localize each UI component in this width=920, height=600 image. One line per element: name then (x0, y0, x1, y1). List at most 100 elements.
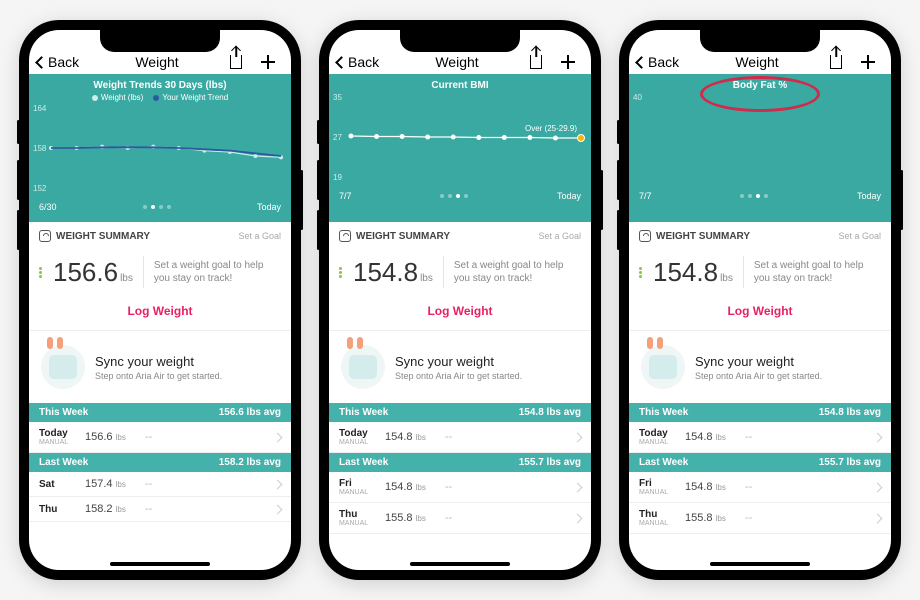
week-header: This Week154.8 lbs avg (329, 403, 591, 422)
weight-row[interactable]: TodayMANUAL 156.6 lbs -- (29, 422, 291, 453)
goal-hint: Set a weight goal to help you stay on tr… (454, 259, 581, 285)
weight-row[interactable]: FriMANUAL 154.8 lbs -- (629, 472, 891, 503)
back-label: Back (648, 54, 679, 70)
chevron-right-icon (873, 513, 883, 523)
weight-row[interactable]: ThuMANUAL 155.8 lbs -- (329, 503, 591, 534)
week-header: This Week156.6 lbs avg (29, 403, 291, 422)
log-weight-button[interactable]: Log Weight (629, 298, 891, 330)
log-weight-button[interactable]: Log Weight (329, 298, 591, 330)
weight-row[interactable]: TodayMANUAL 154.8 lbs -- (629, 422, 891, 453)
page-title: Weight (735, 54, 778, 70)
phone-1: Back Weight Weight Trends 30 Days (lbs) … (19, 20, 301, 580)
trend-dots-icon (639, 266, 651, 279)
sync-card[interactable]: Sync your weight Step onto Aria Air to g… (629, 331, 891, 403)
chart-legend: Weight (lbs)Your Weight Trend (29, 93, 291, 102)
x-start-label: 6/30 (39, 202, 57, 212)
weight-row[interactable]: ThuMANUAL 155.8 lbs -- (629, 503, 891, 534)
set-goal-link[interactable]: Set a Goal (538, 231, 581, 241)
chevron-right-icon (573, 513, 583, 523)
trend-dots-icon (39, 266, 51, 279)
week-header: Last Week158.2 lbs avg (29, 453, 291, 472)
back-button[interactable]: Back (337, 54, 435, 70)
log-weight-button[interactable]: Log Weight (29, 298, 291, 330)
chevron-left-icon (335, 56, 348, 69)
scale-icon (39, 230, 51, 242)
page-title: Weight (435, 54, 478, 70)
sync-sub: Step onto Aria Air to get started. (395, 371, 522, 381)
goal-hint: Set a weight goal to help you stay on tr… (154, 259, 281, 285)
notch (400, 30, 520, 52)
weight-row[interactable]: FriMANUAL 154.8 lbs -- (329, 472, 591, 503)
sync-card[interactable]: Sync your weight Step onto Aria Air to g… (29, 331, 291, 403)
aria-scale-icon (41, 345, 85, 389)
page-title: Weight (135, 54, 178, 70)
share-button[interactable] (527, 53, 545, 71)
share-button[interactable] (827, 53, 845, 71)
home-indicator (410, 562, 510, 566)
chart-title: Current BMI (329, 80, 591, 91)
x-end-label: Today (257, 202, 281, 212)
x-end-label: Today (857, 191, 881, 201)
chevron-right-icon (273, 504, 283, 514)
back-button[interactable]: Back (37, 54, 135, 70)
chevron-right-icon (873, 432, 883, 442)
plus-icon (860, 54, 876, 70)
sync-title: Sync your weight (395, 354, 522, 369)
svg-text:158: 158 (33, 144, 47, 153)
svg-text:27: 27 (333, 133, 342, 142)
chart-title: Weight Trends 30 Days (lbs) (29, 80, 291, 91)
phone-2: Back Weight Current BMI 352719Over (25-2… (319, 20, 601, 580)
share-button[interactable] (227, 53, 245, 71)
share-icon (530, 55, 542, 69)
summary-header: WEIGHT SUMMARY Set a Goal (29, 222, 291, 250)
set-goal-link[interactable]: Set a Goal (838, 231, 881, 241)
back-label: Back (348, 54, 379, 70)
set-goal-link[interactable]: Set a Goal (238, 231, 281, 241)
page-dots[interactable] (440, 191, 468, 201)
weight-row[interactable]: TodayMANUAL 154.8 lbs -- (329, 422, 591, 453)
chart-panel[interactable]: Current BMI 352719Over (25-29.9) 7/7 Tod… (329, 74, 591, 222)
x-start-label: 7/7 (339, 191, 352, 201)
share-icon (830, 55, 842, 69)
page-dots[interactable] (143, 202, 171, 212)
back-button[interactable]: Back (637, 54, 735, 70)
sync-sub: Step onto Aria Air to get started. (95, 371, 222, 381)
aria-scale-icon (341, 345, 385, 389)
x-end-label: Today (557, 191, 581, 201)
svg-text:164: 164 (33, 104, 47, 113)
chevron-left-icon (35, 56, 48, 69)
chevron-right-icon (273, 432, 283, 442)
week-header: Last Week155.7 lbs avg (329, 453, 591, 472)
plus-icon (560, 54, 576, 70)
weight-value: 156.6 (53, 257, 118, 288)
share-icon (230, 55, 242, 69)
weight-row[interactable]: Thu 158.2 lbs -- (29, 497, 291, 522)
notch (700, 30, 820, 52)
summary-header: WEIGHT SUMMARY Set a Goal (629, 222, 891, 250)
sync-sub: Step onto Aria Air to get started. (695, 371, 822, 381)
sync-title: Sync your weight (695, 354, 822, 369)
weight-row[interactable]: Sat 157.4 lbs -- (29, 472, 291, 497)
add-button[interactable] (259, 53, 277, 71)
page-dots[interactable] (740, 191, 768, 201)
goal-hint: Set a weight goal to help you stay on tr… (754, 259, 881, 285)
add-button[interactable] (559, 53, 577, 71)
home-indicator (710, 562, 810, 566)
chart-panel[interactable]: Weight Trends 30 Days (lbs) Weight (lbs)… (29, 74, 291, 222)
chevron-left-icon (635, 56, 648, 69)
svg-text:Over (25-29.9): Over (25-29.9) (525, 124, 577, 133)
svg-text:152: 152 (33, 184, 47, 193)
week-header: Last Week155.7 lbs avg (629, 453, 891, 472)
aria-scale-icon (641, 345, 685, 389)
phone-3: Back Weight Body Fat % 40 7/7 Today WEIG… (619, 20, 901, 580)
home-indicator (110, 562, 210, 566)
sync-card[interactable]: Sync your weight Step onto Aria Air to g… (329, 331, 591, 403)
chevron-right-icon (573, 482, 583, 492)
chevron-right-icon (873, 482, 883, 492)
chevron-right-icon (273, 479, 283, 489)
add-button[interactable] (859, 53, 877, 71)
svg-text:40: 40 (633, 93, 642, 102)
chart-panel[interactable]: Body Fat % 40 7/7 Today (629, 74, 891, 222)
notch (100, 30, 220, 52)
back-label: Back (48, 54, 79, 70)
